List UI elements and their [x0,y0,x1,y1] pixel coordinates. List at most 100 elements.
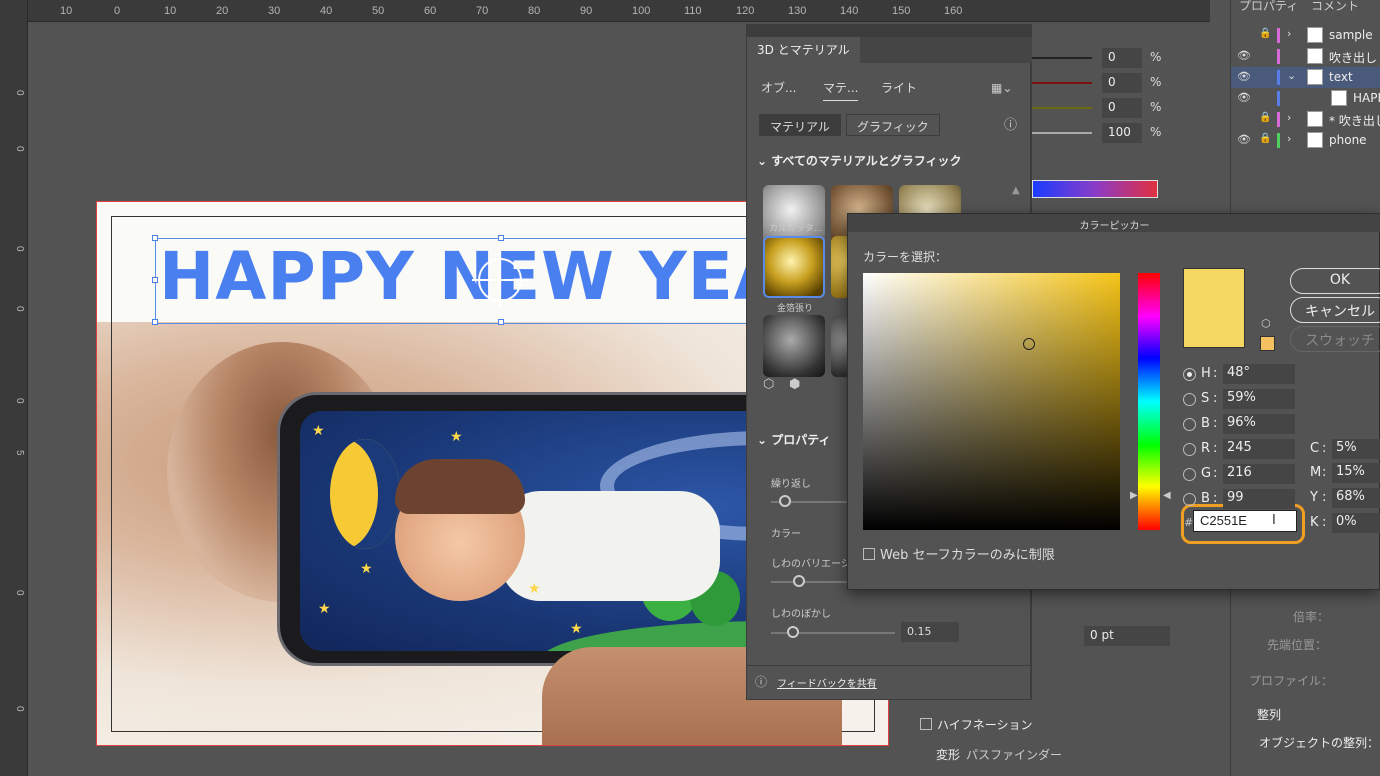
tab-properties[interactable]: プロパティ [1239,0,1298,14]
color-marker[interactable] [1023,338,1035,350]
material-gold-leaf[interactable] [763,236,825,298]
align-panel-title[interactable]: 整列 [1257,706,1281,723]
lock-icon[interactable]: 🔒 [1259,112,1271,123]
web-safe-checkbox[interactable] [863,548,875,560]
mode-colon: : [1213,491,1218,506]
cmyk-value-field[interactable]: 5% [1332,439,1380,459]
vertical-ruler[interactable]: 0 0 0 0 0 5 0 0 [0,0,28,776]
tab-light[interactable]: ライト [881,79,917,96]
hue-arrow-right[interactable]: ◀ [1163,490,1171,501]
mode-value-field[interactable]: 96% [1223,414,1295,434]
horizontal-ruler[interactable]: 10 0 10 20 30 40 50 60 70 80 90 100 110 120 130 140 150 1… [28,0,1210,22]
tab-pathfinder[interactable]: パスファインダー [966,746,1062,763]
resize-handle[interactable] [152,277,158,283]
gamut-swatch[interactable] [1260,336,1275,351]
layer-row[interactable]: 🔒 › * 吹き出し [1231,109,1380,130]
hue-slider[interactable] [1138,273,1160,530]
slider-knob[interactable] [779,495,791,507]
layer-row[interactable]: 👁 吹き出し [1231,46,1380,67]
expand-chevron-icon[interactable]: ⌄ [1287,69,1296,82]
color-value-field[interactable]: 0 [1102,98,1142,118]
render-settings-icon[interactable]: ▦⌄ [991,81,1012,95]
color-slider[interactable] [1032,57,1092,59]
mode-radio[interactable] [1183,443,1196,456]
slider-knob[interactable] [787,626,799,638]
layer-row[interactable]: 👁 HAPPY [1231,88,1380,109]
saturation-brightness-field[interactable] [863,273,1120,530]
color-slider[interactable] [1032,107,1092,109]
tab-material[interactable]: マテ... [823,79,859,101]
percent-unit: % [1150,125,1162,139]
mode-value-field[interactable]: 59% [1223,389,1295,409]
visibility-eye-icon[interactable]: 👁 [1237,91,1251,104]
layer-row[interactable]: 🔒 › sample [1231,25,1380,46]
layer-row[interactable]: 👁 ⌄ text [1231,67,1380,88]
expand-chevron-icon[interactable]: › [1287,27,1291,40]
mode-radio[interactable] [1183,368,1196,381]
tab-transform[interactable]: 変形 [936,746,960,763]
add-material-icon[interactable]: ⬢ [789,377,800,392]
panel-title[interactable]: 3D とマテリアル [747,37,860,63]
mode-radio[interactable] [1183,393,1196,406]
star-icon: ★ [312,423,325,439]
color-slider[interactable] [1032,132,1092,134]
segment-graphics[interactable]: グラフィック [846,114,940,136]
share-feedback-link[interactable]: フィードバックを共有 [777,675,877,690]
resize-handle[interactable] [152,319,158,325]
resize-handle[interactable] [498,235,504,241]
wrinkle-variation-slider[interactable] [771,581,851,583]
hyphenation-checkbox[interactable] [920,718,932,730]
mode-value-field[interactable]: 216 [1223,464,1295,484]
hue-arrow-left[interactable]: ▶ [1130,490,1138,501]
hex-input[interactable]: C2551E [1193,510,1297,532]
mode-value-field[interactable]: 48° [1223,364,1295,384]
ruler-tick-label: 160 [944,5,963,17]
dialog-title[interactable]: カラーピッカー [848,214,1380,232]
visibility-eye-icon[interactable]: 👁 [1237,49,1251,62]
color-value-field[interactable]: 100 [1102,123,1142,143]
swatches-button[interactable]: スウォッチ [1290,326,1380,352]
expand-chevron-icon[interactable]: › [1287,132,1291,145]
lock-icon[interactable]: 🔒 [1259,133,1271,144]
color-spectrum-bar[interactable] [1032,180,1158,198]
scroll-up-icon[interactable]: ▲ [1012,185,1020,196]
properties-header[interactable]: ⌄ プロパティ [757,431,831,448]
segment-materials[interactable]: マテリアル [759,114,841,136]
all-materials-header[interactable]: ⌄ すべてのマテリアルとグラフィック [757,152,962,169]
web-safe-option[interactable]: Web セーフカラーのみに制限 [863,544,1055,563]
info-icon[interactable]: ⓘ [1004,114,1017,133]
expand-chevron-icon[interactable]: › [1287,111,1291,124]
ok-button[interactable]: OK [1290,268,1380,294]
mode-value-field[interactable]: 99 [1223,489,1295,509]
cancel-button[interactable]: キャンセル [1290,297,1380,323]
slider-knob[interactable] [793,575,805,587]
color-value-field[interactable]: 0 [1102,48,1142,68]
panel-drag-bar[interactable] [747,25,1032,37]
visibility-eye-icon[interactable]: 👁 [1237,70,1251,83]
wrinkle-blur-value[interactable]: 0.15 [901,622,959,642]
mode-value-field[interactable]: 245 [1223,439,1295,459]
color-slider[interactable] [1032,82,1092,84]
spacing-field[interactable]: 0 pt [1084,626,1170,646]
tab-object[interactable]: オブ... [761,79,796,96]
cmyk-value-field[interactable]: 68% [1332,488,1380,508]
mode-radio[interactable] [1183,468,1196,481]
out-of-gamut-cube-icon[interactable]: ⬡ [1261,317,1271,330]
3d-rotation-widget[interactable] [472,252,528,308]
resize-handle[interactable] [152,235,158,241]
tab-comments[interactable]: コメント [1311,0,1359,14]
cmyk-value-field[interactable]: 0% [1332,513,1380,533]
lock-icon[interactable]: 🔒 [1259,28,1271,39]
color-value-field[interactable]: 0 [1102,73,1142,93]
mode-radio[interactable] [1183,493,1196,506]
visibility-eye-icon[interactable]: 👁 [1237,133,1251,146]
hyphenation-option[interactable]: ハイフネーション [920,716,1033,733]
layer-row[interactable]: 👁 🔒 › phone [1231,130,1380,151]
material-metal-pattern[interactable] [763,315,825,377]
resize-handle[interactable] [498,319,504,325]
mode-radio[interactable] [1183,418,1196,431]
cmyk-value-field[interactable]: 15% [1332,463,1380,483]
cube-icon[interactable]: ⬡ [763,377,774,392]
wrinkle-blur-label: しわのぼかし [771,609,831,620]
layer-color-bar [1277,91,1280,106]
